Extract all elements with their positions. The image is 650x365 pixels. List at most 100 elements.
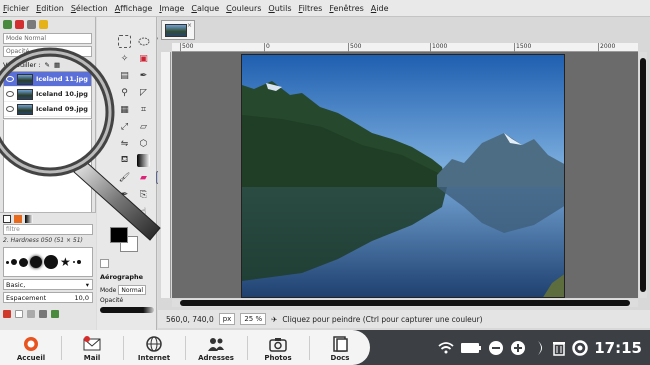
canvas-image[interactable] — [241, 54, 565, 298]
menu-affichage[interactable]: Affichage — [115, 4, 153, 13]
zoom-in-icon[interactable] — [510, 340, 526, 356]
menu-selection[interactable]: Sélection — [71, 4, 108, 13]
gradients-tab-icon[interactable] — [25, 215, 33, 223]
layer-mode-select[interactable]: Mode Normal — [3, 33, 92, 44]
canvas-viewport[interactable] — [172, 52, 638, 298]
undo-tab-icon[interactable] — [39, 19, 48, 29]
ellipse-select-icon[interactable] — [137, 35, 150, 48]
menu-calque[interactable]: Calque — [191, 4, 219, 13]
layer-item-iceland-09[interactable]: Iceland 09.jpg — [4, 102, 91, 117]
close-icon[interactable]: × — [187, 22, 192, 29]
foreground-select-icon[interactable]: ▤ — [118, 69, 131, 82]
gradient-icon[interactable] — [137, 154, 150, 167]
zoom-select[interactable]: 25 % — [240, 313, 267, 325]
menu-filtres[interactable]: Filtres — [299, 4, 323, 13]
tool-mode-select[interactable]: Normal — [118, 285, 147, 295]
spacing-field[interactable]: Espacement 10,0 — [3, 292, 93, 303]
brush-preset[interactable] — [6, 260, 9, 264]
foreground-color-swatch[interactable] — [110, 227, 128, 243]
horizontal-scrollbar[interactable] — [172, 299, 638, 307]
vertical-scroll-thumb[interactable] — [640, 58, 646, 292]
eye-icon[interactable] — [6, 106, 14, 112]
launcher-adresses[interactable]: Adresses — [187, 330, 245, 365]
refresh-brushes-icon[interactable] — [51, 310, 59, 318]
brush-preset[interactable] — [11, 259, 17, 265]
layer-opacity-field[interactable]: Opacité — [3, 46, 92, 57]
brush-preset[interactable] — [76, 260, 81, 264]
launcher-internet[interactable]: Internet — [125, 330, 183, 365]
layers-tab-icon[interactable] — [3, 19, 12, 29]
cage-icon[interactable]: ⬡ — [137, 137, 150, 150]
layer-item-iceland-10[interactable]: Iceland 10.jpg — [4, 87, 91, 102]
eye-icon[interactable] — [6, 76, 14, 82]
eye-icon[interactable] — [6, 91, 14, 97]
launcher-mail[interactable]: Mail — [63, 330, 121, 365]
launcher-accueil[interactable]: Accueil — [2, 330, 60, 365]
channels-tab-icon[interactable] — [15, 19, 24, 29]
brush-preset[interactable] — [72, 261, 75, 263]
blur-icon[interactable]: 💧 — [118, 205, 131, 218]
image-tab[interactable]: × — [161, 20, 195, 40]
menu-aide[interactable]: Aide — [371, 4, 389, 13]
night-mode-icon[interactable] — [532, 340, 546, 356]
color-swatches[interactable] — [110, 227, 140, 255]
lock-alpha-icon[interactable]: ▦ — [54, 61, 60, 69]
brushes-tab-icon[interactable] — [3, 215, 11, 223]
menu-couleurs[interactable]: Couleurs — [226, 4, 261, 13]
trash-icon[interactable] — [552, 340, 566, 356]
color-select-icon[interactable]: ▣ — [137, 52, 150, 65]
menu-image[interactable]: Image — [159, 4, 184, 13]
brush-preset-select[interactable]: Basic, ▾ — [3, 279, 93, 290]
flip-icon[interactable]: ⇋ — [118, 137, 131, 150]
clone-icon[interactable]: ⎘ — [137, 188, 150, 201]
edit-brush-icon[interactable] — [3, 310, 11, 318]
smudge-icon[interactable]: ☝ — [137, 205, 150, 218]
brush-filter-input[interactable]: filtre — [3, 224, 93, 235]
ruler-tick: 0 — [264, 43, 270, 52]
battery-icon[interactable] — [460, 342, 482, 354]
crop-icon[interactable]: ⌗ — [137, 103, 150, 116]
vertical-scrollbar[interactable] — [639, 52, 647, 298]
zoom-icon[interactable]: ⚲ — [118, 86, 131, 99]
scale-icon[interactable]: ⤢ — [118, 120, 131, 133]
star-brush-icon[interactable]: ★ — [60, 256, 71, 268]
menu-outils[interactable]: Outils — [268, 4, 291, 13]
horizontal-scroll-thumb[interactable] — [180, 300, 630, 306]
menu-fenetres[interactable]: Fenêtres — [329, 4, 363, 13]
ink-icon[interactable]: ✒ — [118, 188, 131, 201]
wifi-icon[interactable] — [438, 341, 454, 354]
zoom-out-icon[interactable] — [488, 340, 504, 356]
tool-opacity-slider[interactable] — [100, 307, 154, 313]
paths-tab-icon[interactable] — [27, 19, 36, 29]
layer-item-iceland-11[interactable]: Iceland 11.jpg — [4, 72, 91, 87]
separator — [185, 336, 186, 360]
new-brush-icon[interactable] — [15, 310, 23, 318]
menu-edition[interactable]: Edition — [36, 4, 64, 13]
shear-icon[interactable]: ▱ — [137, 120, 150, 133]
launcher-photos[interactable]: Photos — [249, 330, 307, 365]
brush-preset[interactable] — [30, 256, 42, 268]
delete-brush-icon[interactable] — [39, 310, 47, 318]
menu-fichier[interactable]: Fichier — [3, 4, 29, 13]
paintbrush-icon[interactable]: 🖌 — [118, 171, 131, 184]
bucket-fill-icon[interactable]: ⛾ — [118, 154, 131, 167]
brush-preset-value: Basic, — [6, 280, 26, 289]
align-icon[interactable]: ▦ — [118, 103, 131, 116]
brush-preset[interactable] — [44, 255, 58, 269]
eraser-icon[interactable]: ▰ — [137, 171, 150, 184]
unit-select[interactable]: px — [218, 313, 236, 325]
launcher-docs[interactable]: Docs — [311, 330, 369, 365]
rect-select-icon[interactable] — [118, 35, 131, 48]
lock-pixels-icon[interactable]: ✎ — [44, 61, 49, 69]
brush-name: 2. Hardness 050 (51 × 51) — [3, 237, 83, 244]
patterns-tab-icon[interactable] — [14, 215, 22, 223]
brush-preset[interactable] — [19, 257, 28, 267]
fuzzy-select-icon[interactable]: ✧ — [118, 52, 131, 65]
duplicate-brush-icon[interactable] — [27, 310, 35, 318]
brush-grid[interactable]: ★ — [3, 247, 93, 277]
tool-options-tab-icon[interactable] — [100, 259, 109, 268]
measure-icon[interactable]: ◸ — [137, 86, 150, 99]
paths-icon[interactable]: ✒ — [137, 69, 150, 82]
clock: 17:15 — [594, 338, 642, 357]
help-icon[interactable] — [572, 339, 588, 356]
